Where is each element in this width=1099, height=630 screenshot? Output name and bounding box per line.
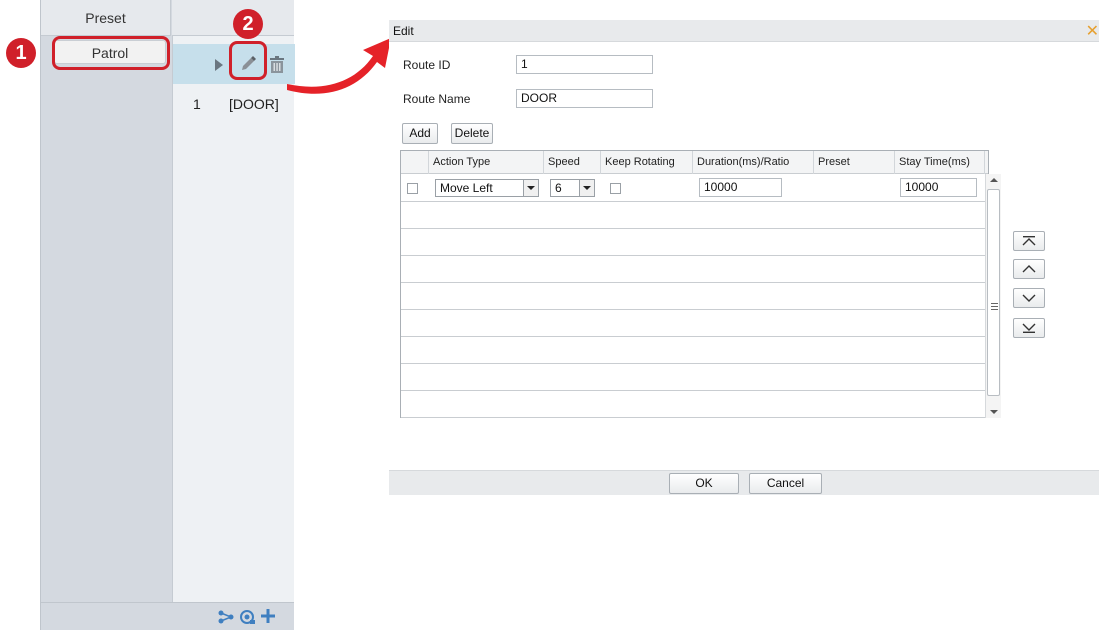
- chevron-down-icon[interactable]: [523, 180, 538, 196]
- chevron-down-icon: [1022, 294, 1036, 302]
- stay-time-field[interactable]: 10000: [900, 178, 977, 197]
- route-list: 1 [DOOR]: [172, 36, 295, 602]
- edit-dialog: Edit ✕ Route ID 1 Route Name DOOR Add De…: [389, 20, 1099, 495]
- action-type-value: Move Left: [440, 181, 493, 195]
- action-type-select[interactable]: Move Left: [435, 179, 539, 197]
- play-icon[interactable]: [214, 58, 224, 72]
- chevron-up-icon: [1022, 265, 1036, 273]
- callout-badge-2: 2: [233, 9, 263, 39]
- patrol-panel: Preset Patrol 1 [DOOR]: [40, 0, 295, 630]
- chevron-down-icon[interactable]: [579, 180, 594, 196]
- table-scrollbar[interactable]: [985, 174, 1001, 418]
- scroll-down-icon[interactable]: [990, 410, 998, 414]
- scroll-thumb[interactable]: [987, 189, 1000, 396]
- table-row[interactable]: [401, 310, 986, 337]
- move-top-icon: [1022, 236, 1036, 246]
- route-row[interactable]: 1 [DOOR]: [173, 92, 295, 116]
- table-row[interactable]: [401, 337, 986, 364]
- row-select-checkbox[interactable]: [407, 183, 418, 194]
- callout-ring-edit: [229, 41, 267, 80]
- add-button[interactable]: Add: [402, 123, 438, 144]
- action-table: Action Type Speed Keep Rotating Duration…: [400, 150, 1001, 418]
- cancel-button[interactable]: Cancel: [749, 473, 822, 494]
- move-up-button[interactable]: [1013, 259, 1045, 279]
- header-stay-time: Stay Time(ms): [895, 151, 985, 174]
- table-row[interactable]: [401, 229, 986, 256]
- dialog-title: Edit: [393, 24, 414, 38]
- duration-field[interactable]: 10000: [699, 178, 782, 197]
- grip-icon: [991, 303, 998, 304]
- table-row[interactable]: Move Left 6 10000 10000: [401, 175, 986, 202]
- callout-ring-patrol: [52, 36, 170, 70]
- table-row[interactable]: [401, 202, 986, 229]
- table-row[interactable]: [401, 256, 986, 283]
- dialog-footer: OK Cancel: [389, 470, 1099, 495]
- route-number: 1: [193, 96, 201, 112]
- table-row[interactable]: [401, 283, 986, 310]
- close-icon[interactable]: ✕: [1086, 21, 1099, 41]
- table-row[interactable]: [401, 364, 986, 391]
- move-to-top-button[interactable]: [1013, 231, 1045, 251]
- header-action-type: Action Type: [429, 151, 544, 174]
- route-name-label: Route Name: [403, 92, 471, 106]
- panel-footer: [41, 602, 294, 630]
- add-plus-icon[interactable]: [260, 608, 276, 624]
- scroll-up-icon[interactable]: [990, 178, 998, 182]
- header-keep-rotating: Keep Rotating: [601, 151, 693, 174]
- move-to-bottom-button[interactable]: [1013, 318, 1045, 338]
- header-preset: Preset: [814, 151, 895, 174]
- move-bottom-icon: [1022, 323, 1036, 333]
- route-id-label: Route ID: [403, 58, 451, 72]
- speed-select[interactable]: 6: [550, 179, 595, 197]
- table-header: Action Type Speed Keep Rotating Duration…: [401, 151, 988, 174]
- ok-button[interactable]: OK: [669, 473, 739, 494]
- callout-arrow-icon: [287, 38, 391, 94]
- route-name: [DOOR]: [229, 96, 279, 112]
- dialog-titlebar: Edit ✕: [389, 20, 1099, 42]
- header-duration: Duration(ms)/Ratio: [693, 151, 814, 174]
- screenshot-root: Preset Patrol 1 [DOOR] 1 2 Edit ✕ Route …: [0, 0, 1099, 630]
- header-speed: Speed: [544, 151, 601, 174]
- tab-preset[interactable]: Preset: [41, 0, 171, 36]
- route-id-field[interactable]: 1: [516, 55, 653, 74]
- delete-button[interactable]: Delete: [451, 123, 493, 144]
- record-icon[interactable]: [239, 609, 256, 625]
- table-row[interactable]: [401, 391, 986, 418]
- route-name-field[interactable]: DOOR: [516, 89, 653, 108]
- header-select: [401, 151, 429, 174]
- delete-trash-icon[interactable]: [269, 56, 285, 74]
- route-path-icon[interactable]: [218, 610, 234, 624]
- move-down-button[interactable]: [1013, 288, 1045, 308]
- callout-badge-1: 1: [6, 38, 36, 68]
- keep-rotating-checkbox[interactable]: [610, 183, 621, 194]
- speed-value: 6: [555, 181, 562, 195]
